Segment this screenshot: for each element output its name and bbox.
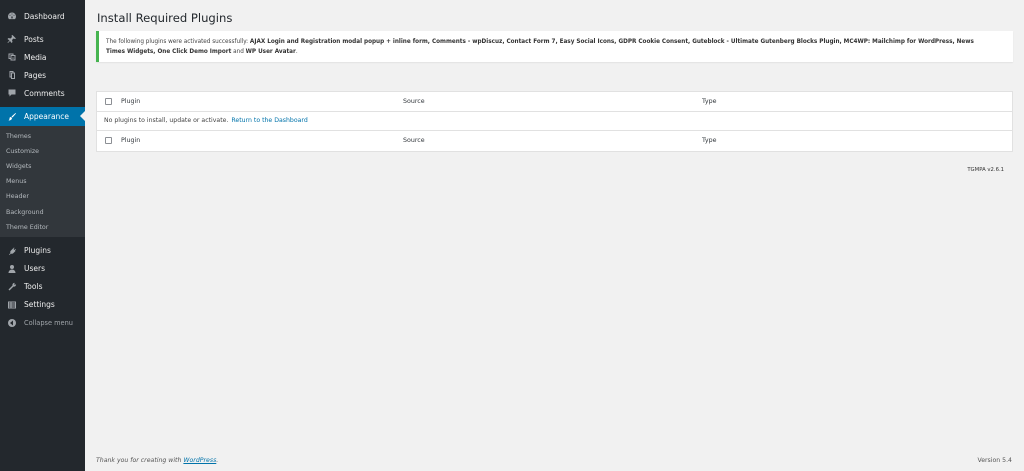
settings-icon <box>5 298 18 311</box>
select-all-checkbox-footer[interactable] <box>105 137 112 145</box>
brush-icon <box>5 110 18 123</box>
pin-icon <box>5 33 18 46</box>
column-footer-type[interactable]: Type <box>702 137 1012 144</box>
menu-label: Pages <box>24 70 47 80</box>
notice-last-plugin: WP User Avatar <box>245 49 296 55</box>
menu-label: Media <box>24 52 47 62</box>
submenu-item-widgets[interactable]: Widgets <box>0 159 85 174</box>
menu-item-settings[interactable]: Settings <box>0 296 85 314</box>
wordpress-link[interactable]: WordPress <box>183 457 216 464</box>
collapse-arrow-icon <box>5 316 18 329</box>
page-title: Install Required Plugins <box>97 11 233 25</box>
submenu-item-header[interactable]: Header <box>0 189 85 204</box>
collapse-menu-button[interactable]: Collapse menu <box>0 314 85 332</box>
table-footer-row: Plugin Source Type <box>97 131 1012 151</box>
column-footer-source[interactable]: Source <box>403 137 702 144</box>
menu-label: Plugins <box>24 246 51 256</box>
menu-item-appearance[interactable]: Appearance <box>0 107 85 126</box>
plug-icon <box>5 244 18 257</box>
empty-message: No plugins to install, update or activat… <box>104 117 229 125</box>
submenu-item-background[interactable]: Background <box>0 204 85 219</box>
return-dashboard-link[interactable]: Return to the Dashboard <box>231 117 307 124</box>
notice-prefix: The following plugins were activated suc… <box>106 39 249 45</box>
column-header-type[interactable]: Type <box>702 98 1012 105</box>
menu-item-dashboard[interactable]: Dashboard <box>0 7 85 25</box>
notice-plugin-list-line1: AJAX Login and Registration modal popup … <box>249 39 974 45</box>
menu-label: Appearance <box>24 112 70 121</box>
footer-version: Version 5.4 <box>977 457 1012 464</box>
menu-label: Tools <box>24 282 43 292</box>
menu-label: Dashboard <box>24 11 65 21</box>
menu-item-users[interactable]: Users <box>0 260 85 278</box>
menu-item-media[interactable]: Media <box>0 48 85 66</box>
dashboard-icon <box>5 10 18 23</box>
column-header-plugin[interactable]: Plugin <box>121 98 403 105</box>
main-content: Install Required Plugins The following p… <box>85 0 1024 471</box>
appearance-submenu: Themes Customize Widgets Menus Header Ba… <box>0 126 85 237</box>
menu-item-comments[interactable]: Comments <box>0 84 85 102</box>
page-icon <box>5 69 18 82</box>
notice-plugin-list-line2: Times Widgets, One Click Demo Import <box>106 49 232 55</box>
table-header-row: Plugin Source Type <box>97 92 1012 112</box>
footer-thanks: Thank you for creating with WordPress. <box>96 457 218 464</box>
footer-thanks-prefix: Thank you for creating with <box>96 457 182 464</box>
footer-thanks-suffix: . <box>216 457 219 464</box>
menu-item-plugins[interactable]: Plugins <box>0 242 85 260</box>
menu-item-pages[interactable]: Pages <box>0 66 85 84</box>
column-footer-plugin[interactable]: Plugin <box>121 137 403 144</box>
plugins-table: Plugin Source Type No plugins to install… <box>96 91 1013 152</box>
menu-label: Posts <box>24 34 44 44</box>
menu-label: Users <box>24 264 46 274</box>
submenu-item-menus[interactable]: Menus <box>0 174 85 189</box>
wrench-icon <box>5 280 18 293</box>
submenu-item-themes[interactable]: Themes <box>0 129 85 144</box>
submenu-item-customize[interactable]: Customize <box>0 144 85 159</box>
menu-label: Collapse menu <box>24 318 73 327</box>
menu-label: Comments <box>24 88 65 98</box>
comment-icon <box>5 87 18 100</box>
media-icon <box>5 51 18 64</box>
table-empty-row: No plugins to install, update or activat… <box>97 112 1012 131</box>
submenu-item-theme-editor[interactable]: Theme Editor <box>0 220 85 235</box>
select-all-checkbox[interactable] <box>105 97 112 105</box>
column-header-source[interactable]: Source <box>403 98 702 105</box>
menu-item-tools[interactable]: Tools <box>0 278 85 296</box>
menu-label: Settings <box>24 300 55 310</box>
notice-and: and <box>233 49 244 55</box>
menu-item-posts[interactable]: Posts <box>0 30 85 48</box>
tgmpa-version: TGMPA v2.6.1 <box>967 167 1004 173</box>
admin-sidebar: Dashboard Posts Media Pages Comments App… <box>0 0 85 471</box>
user-icon <box>5 262 18 275</box>
notice-end: . <box>295 49 298 55</box>
success-notice: The following plugins were activated suc… <box>96 31 1013 62</box>
